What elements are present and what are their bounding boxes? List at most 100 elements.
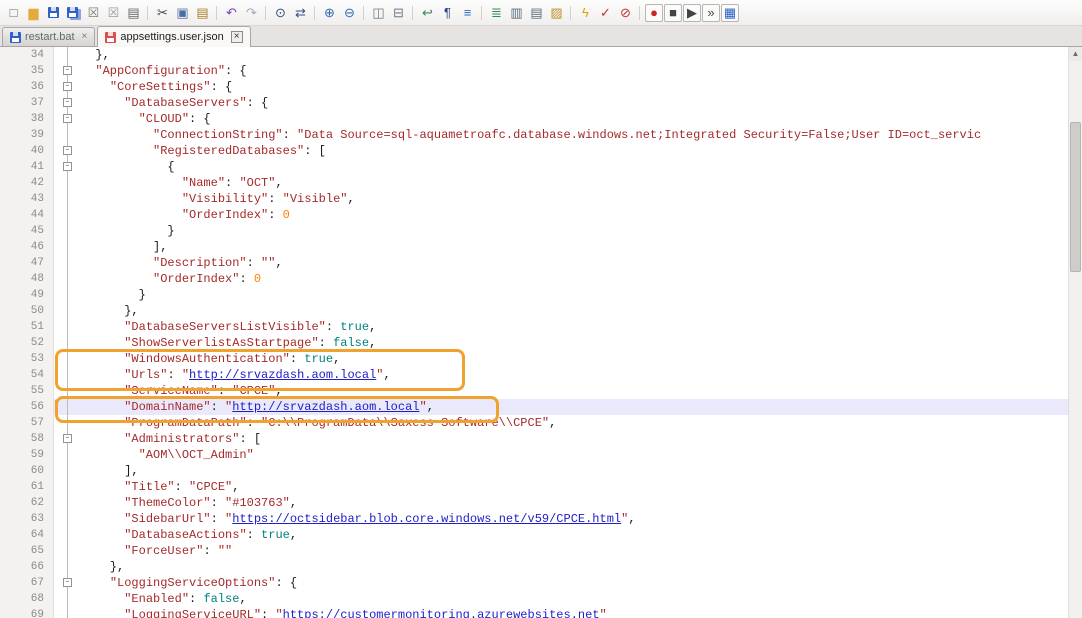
- line-number[interactable]: 34: [0, 47, 54, 63]
- fold-toggle-icon[interactable]: -: [60, 575, 76, 591]
- line-number[interactable]: 66: [0, 559, 54, 575]
- code-text[interactable]: "LoggingServiceOptions": {: [76, 575, 1082, 591]
- close-file-icon[interactable]: ☒: [84, 3, 103, 22]
- line-number[interactable]: 54: [0, 367, 54, 383]
- line-number[interactable]: 61: [0, 479, 54, 495]
- scroll-thumb[interactable]: [1070, 122, 1081, 272]
- fold-toggle-icon[interactable]: -: [60, 79, 76, 95]
- paste-icon[interactable]: ▤: [193, 3, 212, 22]
- word-wrap-icon[interactable]: ↩: [418, 3, 437, 22]
- fold-toggle-icon[interactable]: -: [60, 63, 76, 79]
- code-text[interactable]: "DatabaseServersListVisible": true,: [76, 319, 1082, 335]
- line-number[interactable]: 48: [0, 271, 54, 287]
- replace-icon[interactable]: ⇄: [291, 3, 310, 22]
- code-text[interactable]: "ProgramDataPath": "C:\\ProgramData\\Sax…: [76, 415, 1082, 431]
- new-file-icon[interactable]: □: [4, 3, 23, 22]
- fold-toggle-icon[interactable]: -: [60, 111, 76, 127]
- scroll-up-arrow-icon[interactable]: ▲: [1069, 47, 1082, 61]
- plugin-disabled-icon[interactable]: ⊘: [616, 3, 635, 22]
- sync-horizontal-icon[interactable]: ⊟: [389, 3, 408, 22]
- line-number[interactable]: 50: [0, 303, 54, 319]
- code-text[interactable]: "RegisteredDatabases": [: [76, 143, 1082, 159]
- line-number[interactable]: 37: [0, 95, 54, 111]
- fold-toggle-icon[interactable]: -: [60, 95, 76, 111]
- function-list-icon[interactable]: ≣: [487, 3, 506, 22]
- code-text[interactable]: "OrderIndex": 0: [76, 271, 1082, 287]
- line-number[interactable]: 51: [0, 319, 54, 335]
- close-all-icon[interactable]: ☒: [104, 3, 123, 22]
- macro-play-multiple-icon[interactable]: »: [702, 4, 720, 22]
- folder-workspace-icon[interactable]: ▨: [547, 3, 566, 22]
- line-number[interactable]: 65: [0, 543, 54, 559]
- spellcheck-icon[interactable]: ✓: [596, 3, 615, 22]
- open-file-icon[interactable]: ▆: [24, 3, 43, 22]
- line-number[interactable]: 69: [0, 607, 54, 618]
- save-all-icon[interactable]: [64, 3, 83, 22]
- line-number[interactable]: 43: [0, 191, 54, 207]
- line-number[interactable]: 49: [0, 287, 54, 303]
- code-text[interactable]: "Enabled": false,: [76, 591, 1082, 607]
- code-text[interactable]: "OrderIndex": 0: [76, 207, 1082, 223]
- indent-guide-icon[interactable]: ≡: [458, 3, 477, 22]
- zoom-in-icon[interactable]: ⊕: [320, 3, 339, 22]
- line-number[interactable]: 68: [0, 591, 54, 607]
- tab-close-icon[interactable]: ×: [231, 31, 243, 43]
- code-text[interactable]: ],: [76, 239, 1082, 255]
- code-text[interactable]: "WindowsAuthentication": true,: [76, 351, 1082, 367]
- code-text[interactable]: },: [76, 559, 1082, 575]
- line-number[interactable]: 53: [0, 351, 54, 367]
- code-text[interactable]: "Title": "CPCE",: [76, 479, 1082, 495]
- copy-icon[interactable]: ▣: [173, 3, 192, 22]
- line-number[interactable]: 55: [0, 383, 54, 399]
- code-text[interactable]: "AppConfiguration": {: [76, 63, 1082, 79]
- line-number[interactable]: 40: [0, 143, 54, 159]
- line-number[interactable]: 59: [0, 447, 54, 463]
- line-number[interactable]: 38: [0, 111, 54, 127]
- line-number[interactable]: 63: [0, 511, 54, 527]
- code-text[interactable]: "Name": "OCT",: [76, 175, 1082, 191]
- doc-list-icon[interactable]: ▤: [527, 3, 546, 22]
- vertical-scrollbar[interactable]: ▲: [1068, 47, 1082, 618]
- code-text[interactable]: "Administrators": [: [76, 431, 1082, 447]
- code-text[interactable]: "DatabaseActions": true,: [76, 527, 1082, 543]
- fold-toggle-icon[interactable]: -: [60, 431, 76, 447]
- macro-play-icon[interactable]: ▶: [683, 4, 701, 22]
- line-number[interactable]: 56: [0, 399, 54, 415]
- code-text[interactable]: "CoreSettings": {: [76, 79, 1082, 95]
- code-text[interactable]: "DomainName": "http://srvazdash.aom.loca…: [76, 399, 1082, 415]
- line-number[interactable]: 45: [0, 223, 54, 239]
- code-text[interactable]: }: [76, 223, 1082, 239]
- redo-icon[interactable]: ↷: [242, 3, 261, 22]
- code-text[interactable]: {: [76, 159, 1082, 175]
- sync-vertical-icon[interactable]: ◫: [369, 3, 388, 22]
- line-number[interactable]: 46: [0, 239, 54, 255]
- doc-map-icon[interactable]: ▥: [507, 3, 526, 22]
- code-text[interactable]: "CLOUD": {: [76, 111, 1082, 127]
- line-number[interactable]: 58: [0, 431, 54, 447]
- code-text[interactable]: "Description": "",: [76, 255, 1082, 271]
- code-text[interactable]: "AOM\\OCT_Admin": [76, 447, 1082, 463]
- show-all-characters-icon[interactable]: ¶: [438, 3, 457, 22]
- plugin-lightning-icon[interactable]: ϟ: [576, 3, 595, 22]
- code-text[interactable]: "ForceUser": "": [76, 543, 1082, 559]
- line-number[interactable]: 35: [0, 63, 54, 79]
- line-number[interactable]: 39: [0, 127, 54, 143]
- code-text[interactable]: "ServiceName": "CPCE",: [76, 383, 1082, 399]
- code-text[interactable]: ],: [76, 463, 1082, 479]
- code-text[interactable]: "ConnectionString": "Data Source=sql-aqu…: [76, 127, 1082, 143]
- macro-save-icon[interactable]: ▦: [721, 4, 739, 22]
- line-number[interactable]: 62: [0, 495, 54, 511]
- code-text[interactable]: "Visibility": "Visible",: [76, 191, 1082, 207]
- code-text[interactable]: "DatabaseServers": {: [76, 95, 1082, 111]
- undo-icon[interactable]: ↶: [222, 3, 241, 22]
- line-number[interactable]: 47: [0, 255, 54, 271]
- line-number[interactable]: 64: [0, 527, 54, 543]
- save-file-icon[interactable]: [44, 3, 63, 22]
- code-text[interactable]: }: [76, 287, 1082, 303]
- code-text[interactable]: "ShowServerlistAsStartpage": false,: [76, 335, 1082, 351]
- line-number[interactable]: 57: [0, 415, 54, 431]
- fold-toggle-icon[interactable]: -: [60, 143, 76, 159]
- tab-appsettings.user.json[interactable]: appsettings.user.json×: [97, 26, 250, 47]
- print-icon[interactable]: ▤: [124, 3, 143, 22]
- macro-stop-icon[interactable]: ■: [664, 4, 682, 22]
